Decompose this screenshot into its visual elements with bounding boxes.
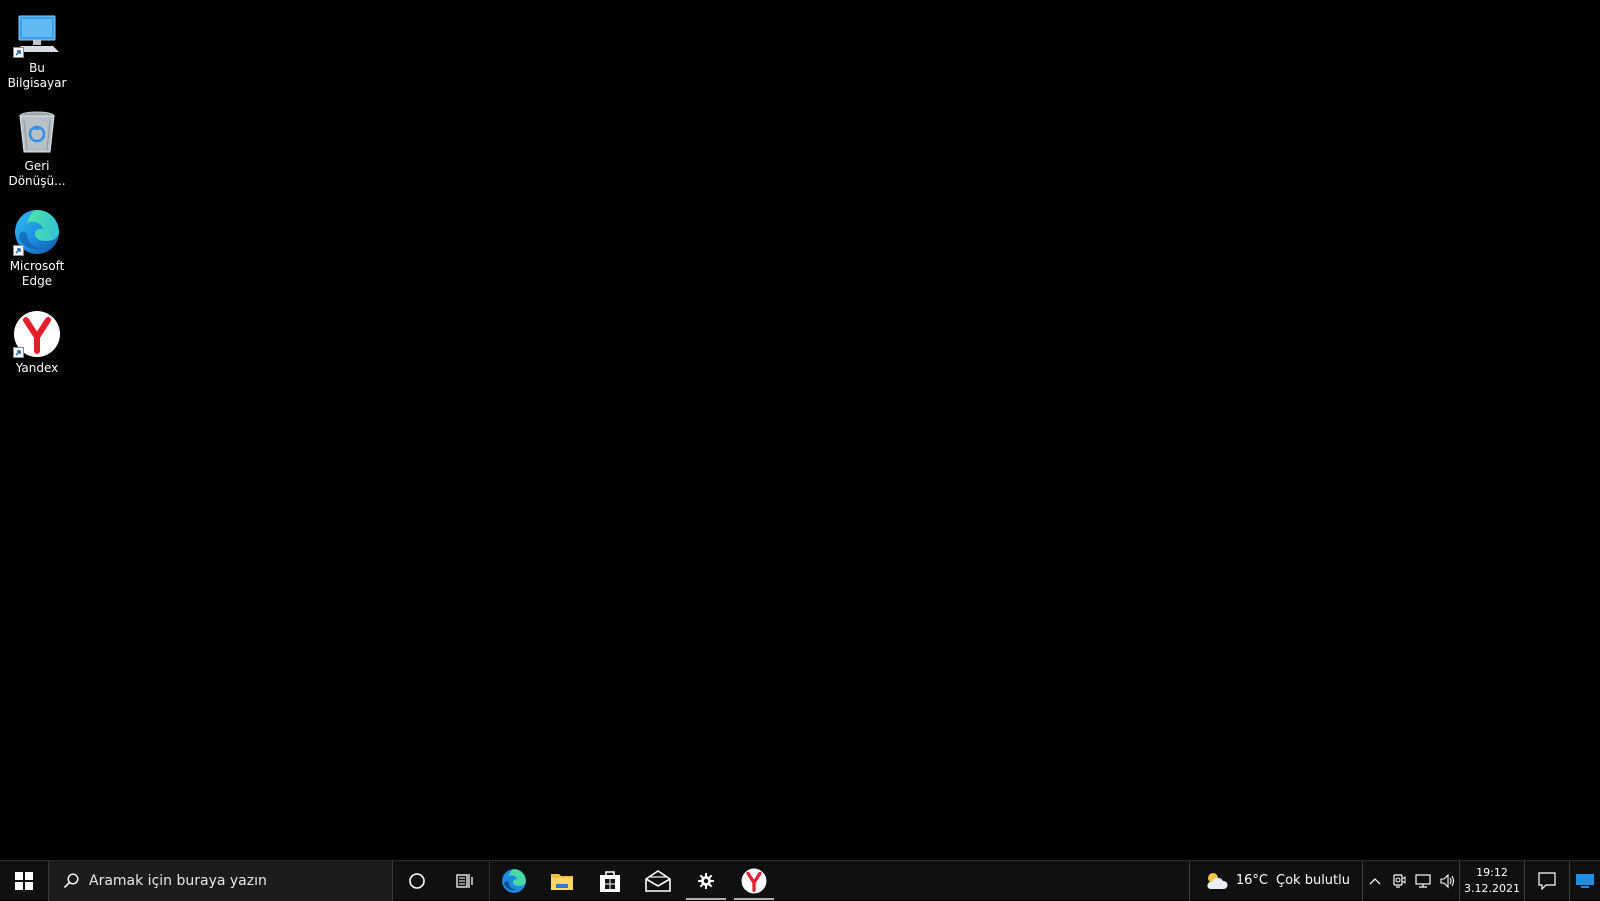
chevron-up-icon — [1369, 877, 1381, 884]
weather-condition: Çok bulutlu — [1276, 873, 1350, 888]
taskbar-app-mail[interactable] — [634, 861, 682, 901]
store-icon — [600, 870, 620, 892]
taskbar-app-edge[interactable] — [490, 861, 538, 901]
search-icon — [63, 872, 79, 888]
desktop-icon-label: Bu Bilgisayar — [7, 61, 67, 90]
taskbar-app-settings[interactable] — [682, 861, 730, 901]
clock-time: 19:12 — [1476, 865, 1508, 879]
taskbar-app-store[interactable] — [586, 861, 634, 901]
desktop-icon-this-pc[interactable]: Bu Bilgisayar — [0, 10, 75, 91]
desktop-icon-edge[interactable]: Microsoft Edge — [0, 208, 75, 289]
mail-icon — [645, 869, 671, 892]
search-placeholder: Aramak için buraya yazın — [89, 872, 267, 889]
search-box[interactable]: Aramak için buraya yazın — [48, 860, 393, 901]
desktop: Bu Bilgisayar Geri Dönüşü... Microsoft E… — [0, 0, 1600, 860]
weather-widget[interactable]: 16°C Çok bulutlu — [1188, 860, 1363, 901]
desktop-icon-label: Microsoft Edge — [9, 259, 65, 288]
show-desktop-button[interactable] — [1570, 861, 1600, 901]
shortcut-arrow-icon — [13, 47, 24, 58]
volume-icon — [1440, 873, 1455, 888]
recycle-bin-icon — [13, 108, 61, 156]
meet-now-icon — [1393, 873, 1406, 888]
network-button[interactable] — [1411, 861, 1435, 901]
cortana-icon — [409, 872, 425, 889]
task-view-icon — [456, 873, 473, 888]
start-button[interactable] — [0, 861, 48, 901]
taskbar-app-file-explorer[interactable] — [538, 861, 586, 901]
show-hidden-icons-button[interactable] — [1363, 861, 1387, 901]
yandex-icon — [741, 868, 767, 893]
computer-icon — [13, 10, 61, 58]
clock[interactable]: 19:12 3.12.2021 — [1459, 860, 1525, 901]
windows-logo-icon — [15, 871, 33, 890]
edge-icon — [502, 868, 526, 893]
edge-icon — [13, 208, 61, 256]
taskbar: Aramak için buraya yazın 16°C Çok bulutl… — [0, 860, 1600, 901]
yandex-icon — [13, 310, 61, 358]
desktop-icon-yandex[interactable]: Yandex — [0, 310, 75, 376]
desktop-icon-recycle-bin[interactable]: Geri Dönüşü... — [0, 108, 75, 189]
network-icon — [1415, 873, 1431, 888]
clock-date: 3.12.2021 — [1464, 881, 1520, 895]
task-view-button[interactable] — [441, 861, 489, 901]
settings-icon — [698, 872, 714, 889]
tray-device-button[interactable] — [1387, 861, 1411, 901]
notification-icon — [1538, 871, 1556, 890]
file-explorer-icon — [551, 873, 573, 890]
cloudy-weather-icon — [1207, 872, 1228, 889]
desktop-icon-label: Yandex — [15, 361, 59, 375]
desktop-preview-icon — [1576, 873, 1594, 888]
cortana-button[interactable] — [393, 861, 441, 901]
volume-button[interactable] — [1435, 861, 1459, 901]
taskbar-app-yandex[interactable] — [730, 861, 778, 901]
shortcut-arrow-icon — [13, 347, 24, 358]
weather-temperature: 16°C — [1235, 873, 1269, 888]
system-tray: 16°C Çok bulutlu 19:12 3.12.2021 — [1188, 860, 1600, 901]
shortcut-arrow-icon — [13, 245, 24, 256]
desktop-icon-label: Geri Dönüşü... — [8, 159, 66, 188]
action-center-button[interactable] — [1525, 860, 1570, 901]
